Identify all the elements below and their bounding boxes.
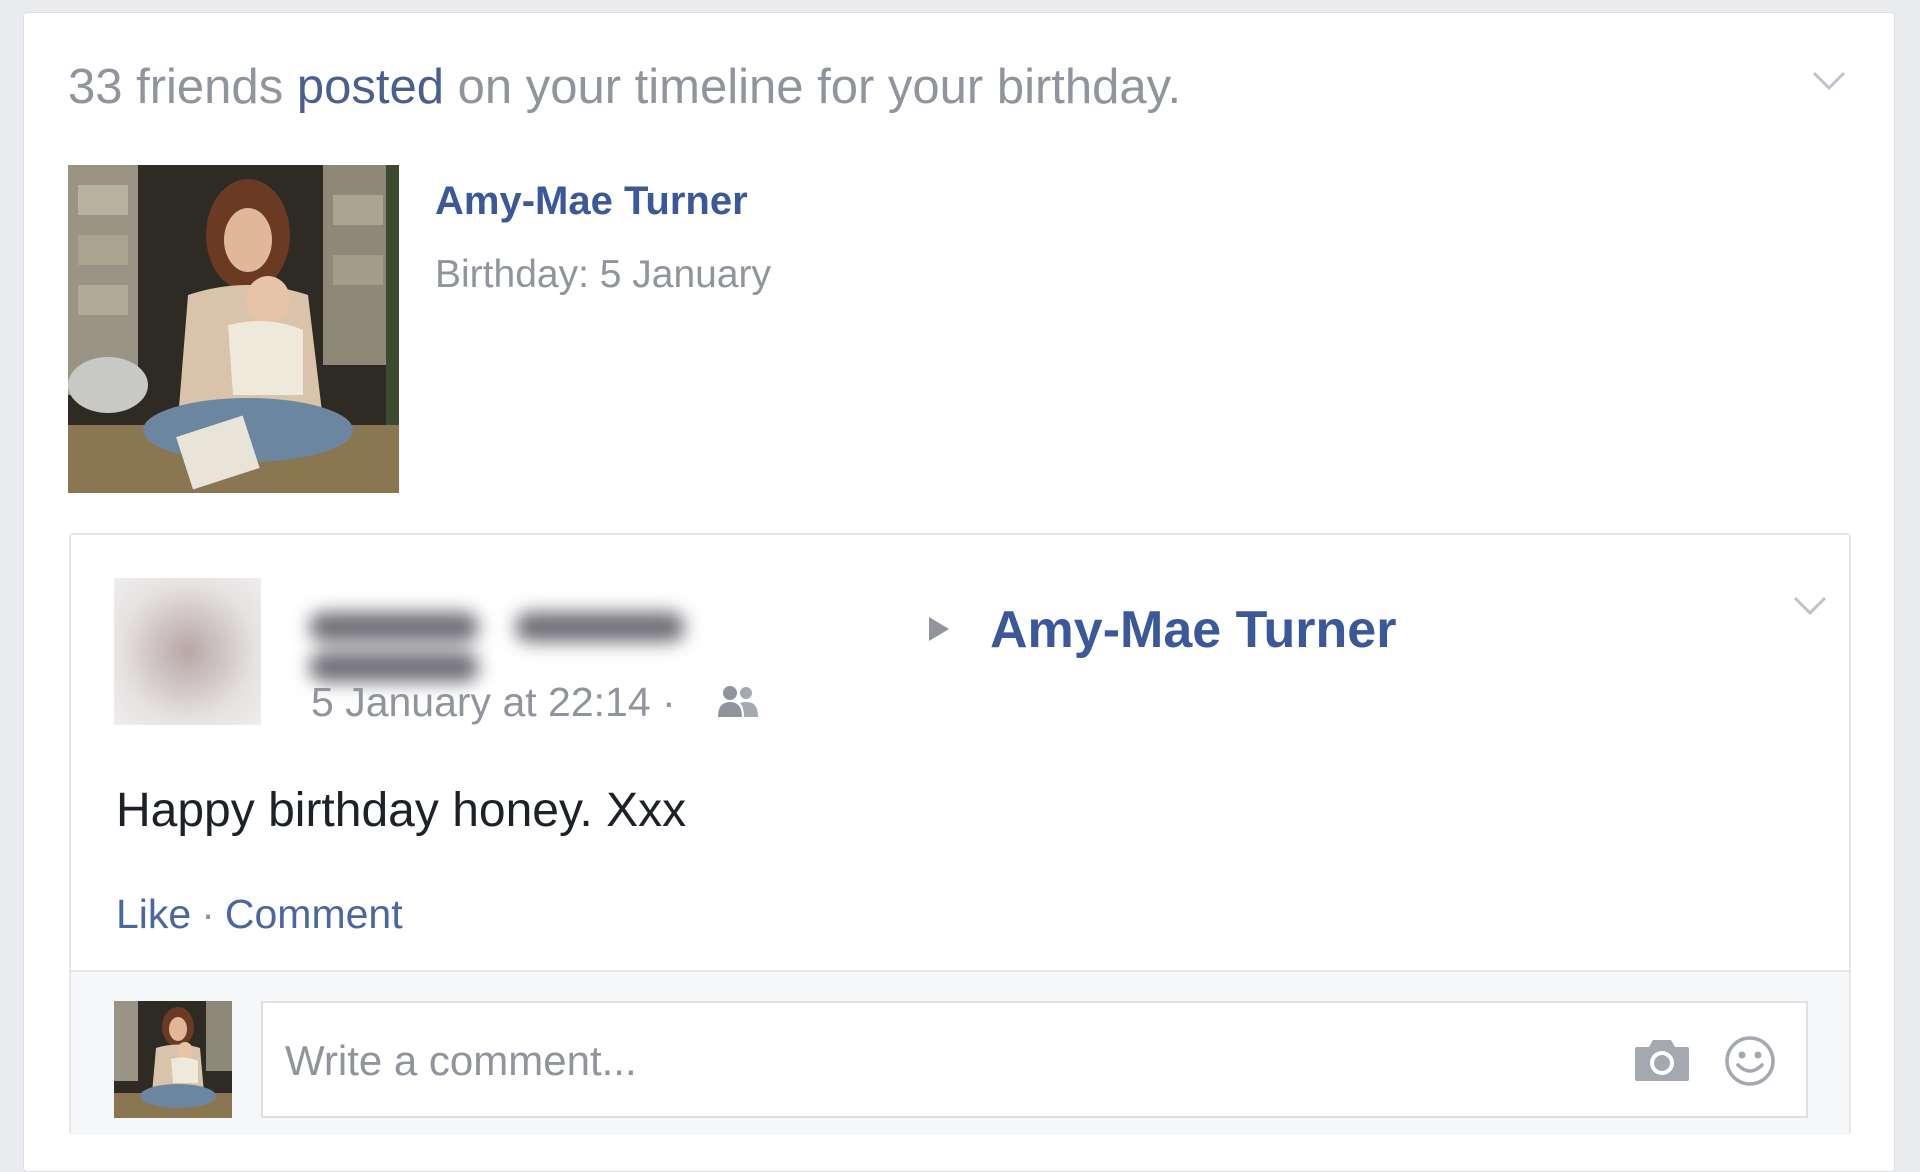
friends-count-text: 33 friends: [68, 60, 284, 114]
current-user-avatar[interactable]: [114, 1001, 232, 1118]
post-target-name-link[interactable]: Amy-Mae Turner: [990, 600, 1396, 660]
post-body-text: Happy birthday honey. Xxx: [116, 784, 687, 837]
post-timestamp-link[interactable]: 5 January at 22:14: [311, 679, 651, 725]
timeline-post: Amy-Mae Turner 5 January at 22:14 · Happ…: [69, 533, 1851, 1135]
headline-rest-text: on your timeline for your birthday.: [457, 60, 1182, 114]
timestamp-separator: ·: [662, 679, 676, 725]
comment-input[interactable]: [283, 1003, 1587, 1118]
like-link[interactable]: Like: [116, 891, 191, 937]
comment-link[interactable]: Comment: [225, 891, 403, 937]
posted-link[interactable]: posted: [297, 60, 444, 114]
comment-box: [261, 1001, 1808, 1118]
friends-icon[interactable]: [716, 683, 760, 723]
profile-name-link[interactable]: Amy-Mae Turner: [435, 179, 748, 224]
emoji-icon[interactable]: [1724, 1035, 1776, 1087]
profile-photo[interactable]: [68, 165, 399, 493]
story-options-chevron-icon[interactable]: [1812, 70, 1846, 92]
post-author-avatar[interactable]: [114, 578, 261, 725]
post-actions: Like · Comment: [116, 891, 403, 938]
actions-separator: ·: [201, 891, 215, 937]
birthday-story-card: 33 friends posted on your timeline for y…: [23, 12, 1895, 1172]
camera-icon[interactable]: [1633, 1037, 1691, 1083]
post-timestamp: 5 January at 22:14 ·: [311, 679, 676, 726]
post-options-chevron-icon[interactable]: [1793, 595, 1827, 617]
post-author-name-redacted[interactable]: [309, 607, 901, 682]
comment-composer: [71, 970, 1849, 1135]
birthday-date-text: Birthday: 5 January: [435, 253, 772, 296]
story-headline: 33 friends posted on your timeline for y…: [68, 59, 1181, 115]
arrow-right-icon: [929, 617, 949, 641]
